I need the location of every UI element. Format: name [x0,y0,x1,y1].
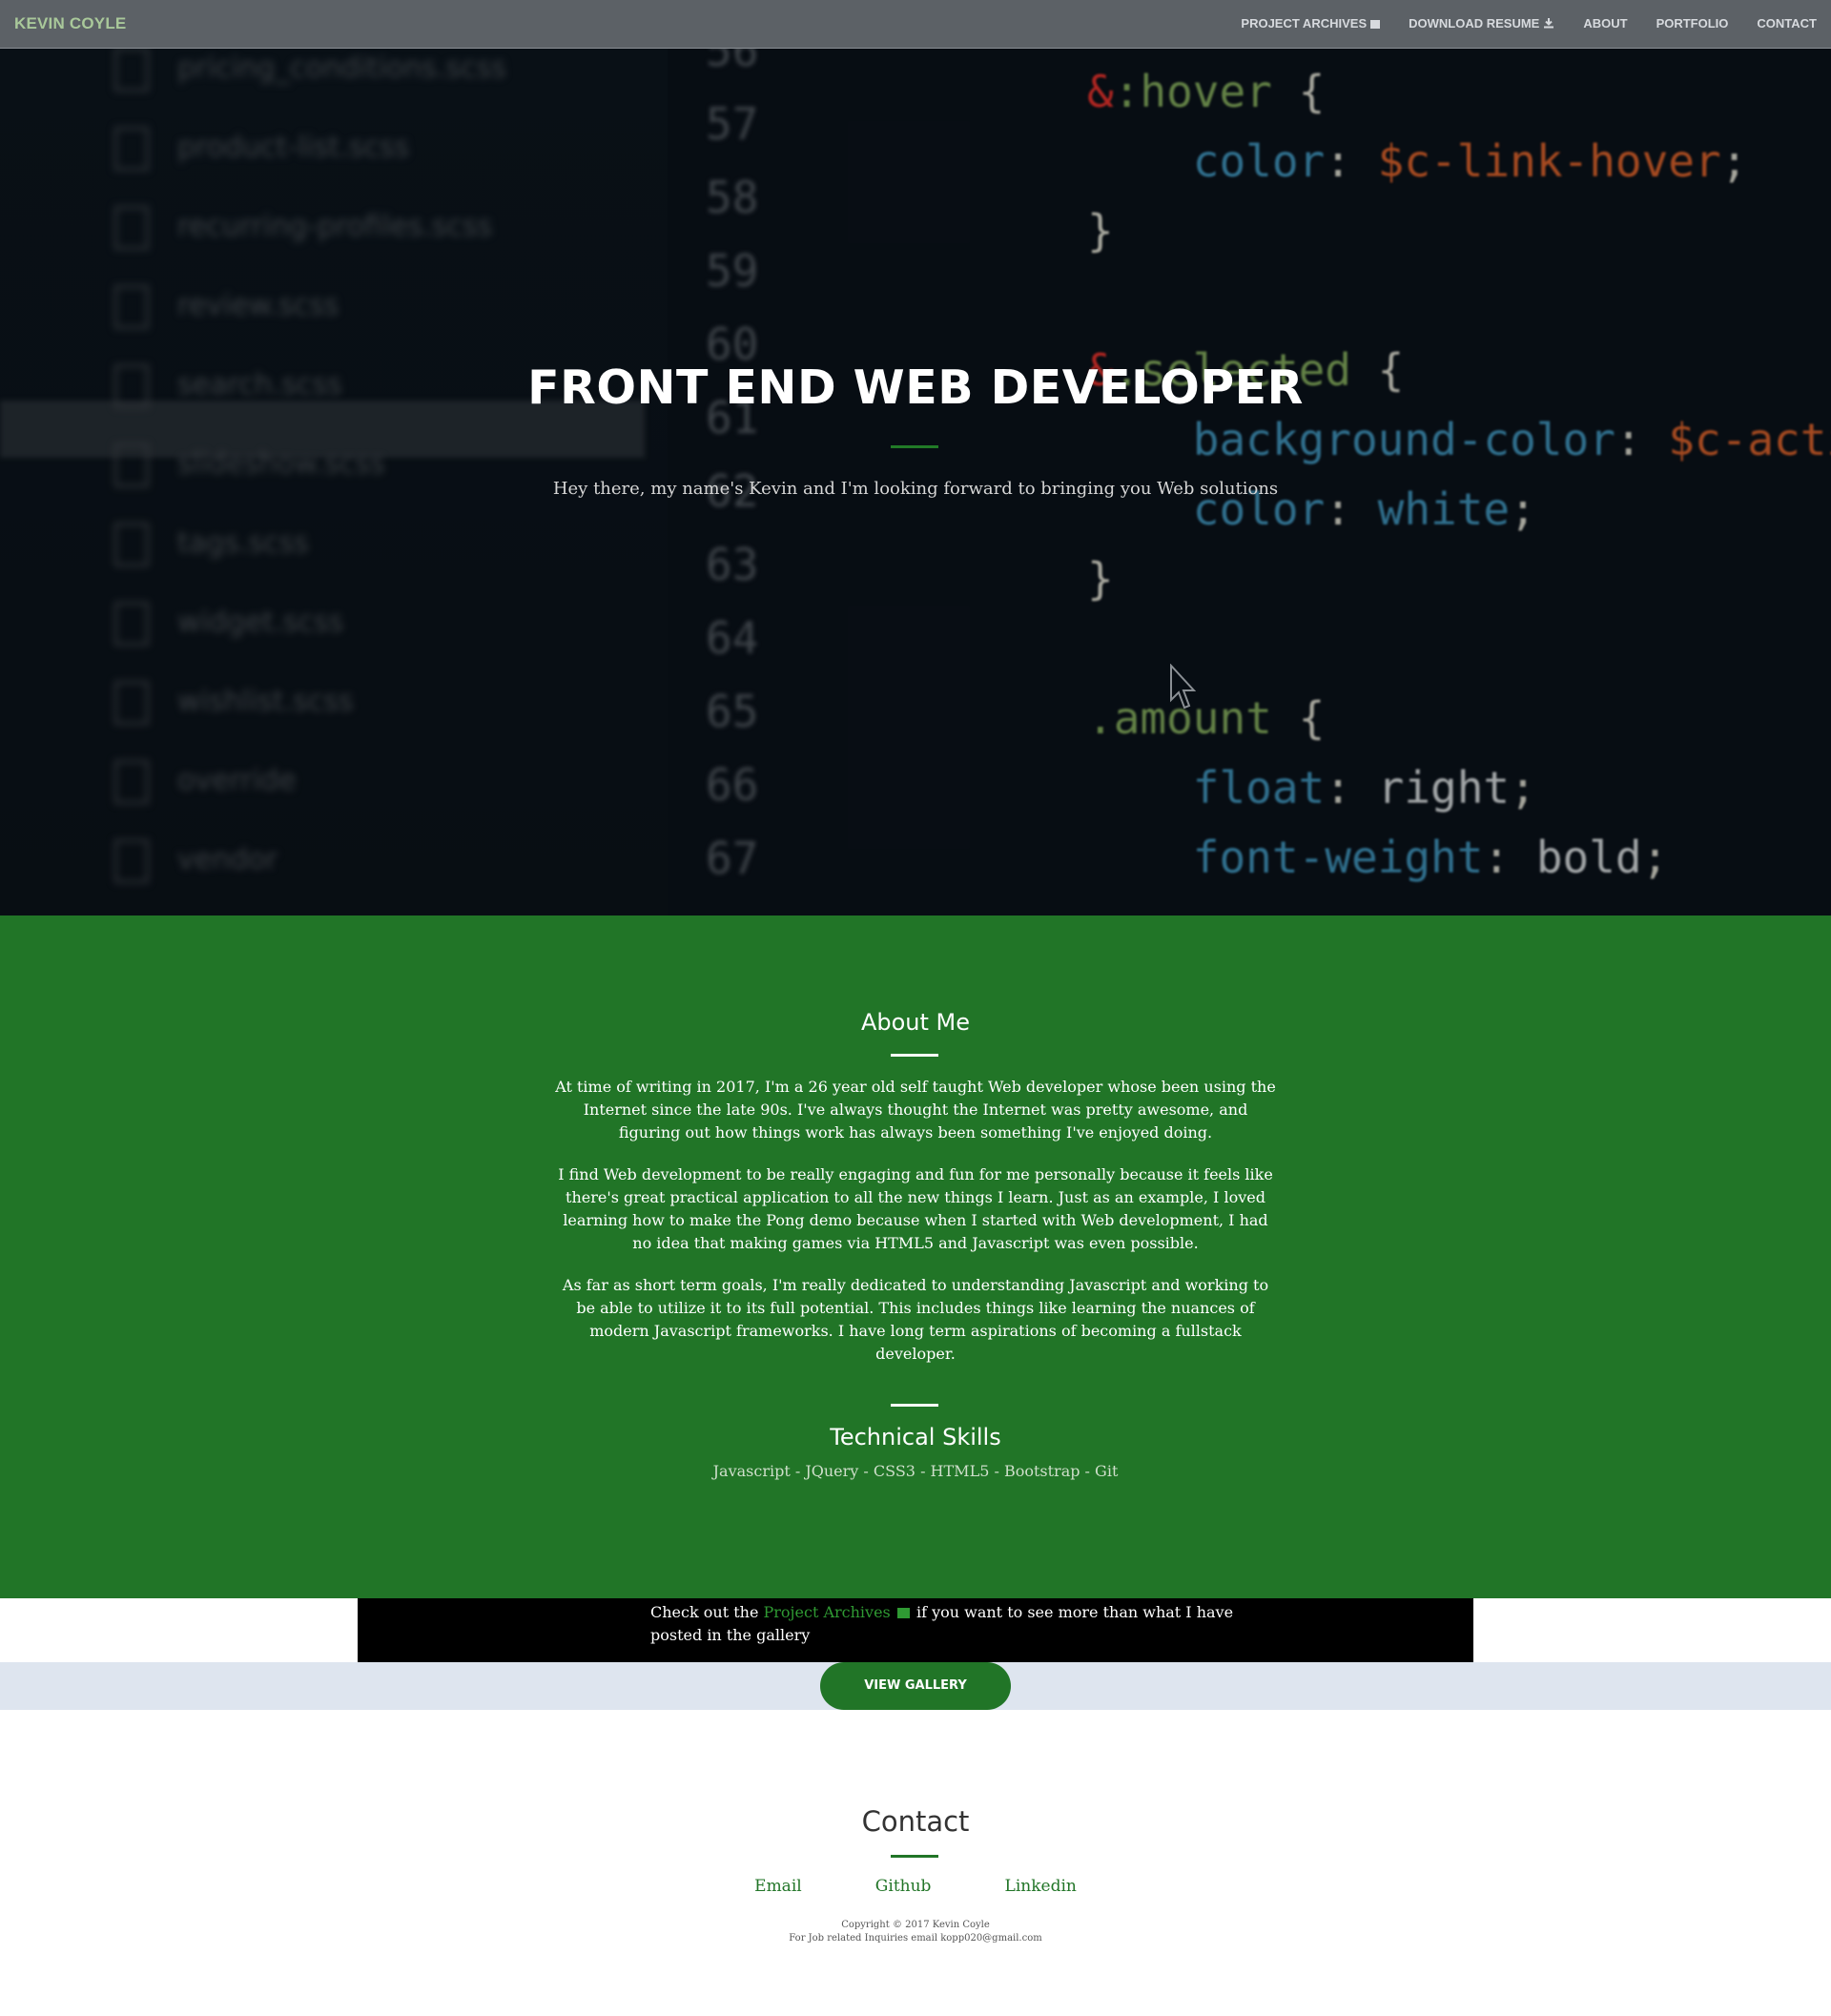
hero-title: FRONT END WEB DEVELOPER [527,360,1304,415]
skills-title: Technical Skills [830,1424,1001,1450]
nav-about[interactable]: ABOUT [1569,0,1641,48]
nav-links: PROJECT ARCHIVES DOWNLOAD RESUME ABOUT P… [1226,0,1831,48]
inquiries-text: For Job related Inquiries email kopp020@… [789,1933,1042,1944]
about-section: About Me At time of writing in 2017, I'm… [0,915,1831,1598]
archive-notice: Check out the Project Archives if you wa… [358,1598,1473,1662]
nav-contact[interactable]: CONTACT [1742,0,1831,48]
copyright-text: Copyright © 2017 Kevin Coyle [841,1920,990,1930]
skills-divider [891,1404,938,1407]
archive-icon [1370,20,1381,29]
skills-list: Javascript - JQuery - CSS3 - HTML5 - Boo… [712,1462,1119,1480]
github-link[interactable]: Github [875,1877,932,1896]
top-navbar: KEVIN COYLE PROJECT ARCHIVES DOWNLOAD RE… [0,0,1831,49]
about-title: About Me [860,1009,971,1036]
download-icon [1544,18,1554,29]
hero-overlay [0,0,1831,915]
linkedin-link[interactable]: Linkedin [1005,1877,1077,1896]
project-archives-link[interactable]: Project Archives [764,1603,891,1621]
nav-download-resume[interactable]: DOWNLOAD RESUME [1394,0,1569,48]
nav-project-archives[interactable]: PROJECT ARCHIVES [1226,0,1394,48]
about-text: At time of writing in 2017, I'm a 26 yea… [555,1076,1276,1385]
email-link[interactable]: Email [754,1877,802,1896]
hero-divider [891,445,938,448]
nav-portfolio[interactable]: PORTFOLIO [1642,0,1743,48]
about-paragraph: As far as short term goals, I'm really d… [562,1276,1269,1363]
archive-text: Check out the Project Archives if you wa… [650,1603,1234,1644]
about-paragraph: At time of writing in 2017, I'm a 26 yea… [555,1078,1276,1142]
contact-divider [891,1855,938,1858]
footer-copyright: Copyright © 2017 Kevin Coyle For Job rel… [0,1919,1831,1945]
about-paragraph: I find Web development to be really enga… [558,1165,1273,1252]
brand-logo-link[interactable]: KEVIN COYLE [14,0,126,48]
nav-label: PROJECT ARCHIVES [1241,16,1368,31]
hero-section: pricing_conditions.scss product-list.scs… [0,0,1831,915]
about-divider [891,1054,938,1057]
view-gallery-button[interactable]: VIEW GALLERY [820,1662,1011,1710]
hero-subtitle: Hey there, my name's Kevin and I'm looki… [552,479,1279,499]
mouse-cursor-icon [1170,664,1196,710]
contact-links: Email Github Linkedin [0,1877,1831,1896]
nav-label: DOWNLOAD RESUME [1409,16,1540,31]
archive-icon [896,1608,910,1618]
contact-title: Contact [861,1805,970,1838]
